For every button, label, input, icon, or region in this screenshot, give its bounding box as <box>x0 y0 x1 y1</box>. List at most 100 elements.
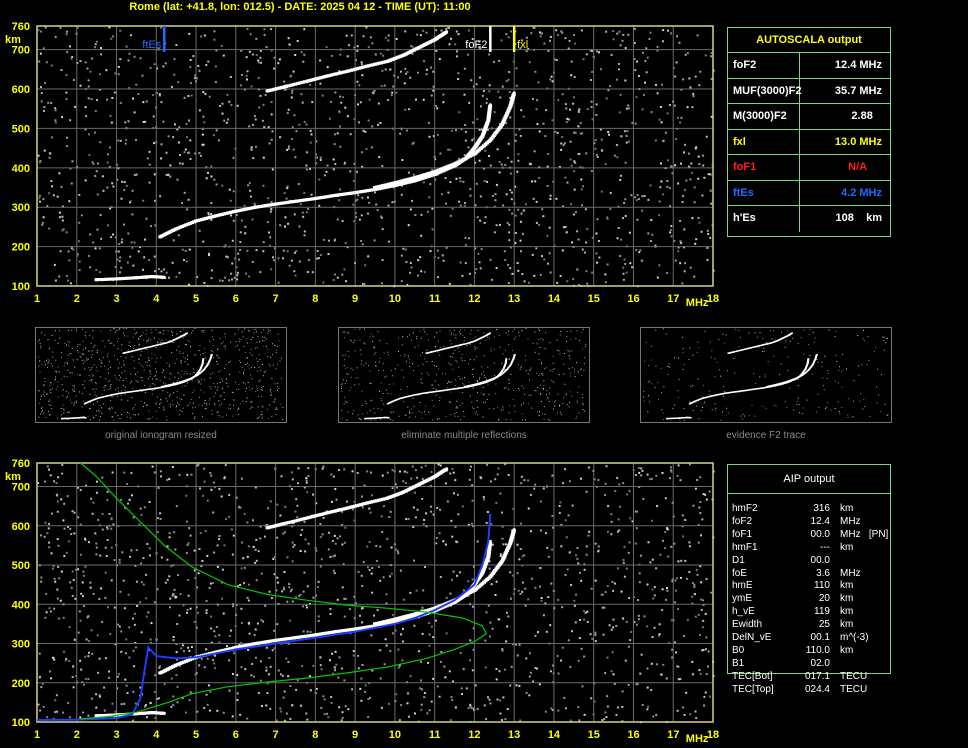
data-point <box>512 91 516 95</box>
thumb-trace <box>666 416 692 420</box>
autoscala-key: foF2 <box>728 53 800 78</box>
data-point <box>472 146 477 150</box>
ionogram-bottom: 100200300400500600700760km1 2 3 4 5 6 7 8 9 10 11 1… <box>5 458 719 745</box>
data-point <box>273 202 278 206</box>
autoscala-row: foF1 N/A <box>728 155 890 181</box>
aip-unit <box>840 555 890 568</box>
autoscala-value: 12.4 MHz <box>834 59 882 71</box>
data-point <box>345 69 349 73</box>
autoscala-key: fxl <box>728 129 800 154</box>
x-tick-label: 3 <box>113 729 119 741</box>
x-tick-label: 17 <box>667 729 679 741</box>
ftEs-marker-label: ftEs <box>142 39 161 51</box>
data-point <box>452 162 457 166</box>
autoscala-row: M(3000)F2 2.88 <box>728 104 890 130</box>
aip-unit: MHz [PN] <box>840 528 889 540</box>
aip-unit: m^(-3) <box>840 632 869 644</box>
y-tick-label: 100 <box>12 717 30 729</box>
autoscala-key: foF1 <box>728 155 800 180</box>
autoscala-row: MUF(3000)F2 35.7 MHz <box>728 78 890 104</box>
thumbnail-original <box>35 327 287 423</box>
x-tick-label: 4 <box>153 293 160 305</box>
aip-value: 3.6 <box>816 567 830 579</box>
data-point <box>365 501 369 505</box>
aip-value: 20 <box>818 593 830 605</box>
y-tick-label: 300 <box>12 639 30 651</box>
autoscala-value: 2.88 <box>851 110 882 122</box>
aip-key: Ewidth <box>732 619 763 631</box>
data-point <box>174 227 178 231</box>
aip-value: 00.1 <box>810 632 830 644</box>
data-point <box>480 571 484 575</box>
data-point <box>313 633 317 637</box>
data-point <box>254 205 258 209</box>
x-tick-label: 16 <box>627 293 639 305</box>
data-point <box>508 105 512 109</box>
x-unit-label: MHz <box>686 297 709 309</box>
x-tick-label: 11 <box>429 729 441 741</box>
y-unit-label: km <box>5 34 21 46</box>
data-point <box>134 276 139 280</box>
y-tick-label: 300 <box>12 202 30 214</box>
thumb-noise <box>37 328 284 421</box>
aip-value: 02.0 <box>810 657 830 669</box>
aip-row: TEC[Top] 024.4 TECU <box>732 684 890 697</box>
thumb-trace <box>727 332 793 354</box>
data-point <box>162 275 166 279</box>
data-point <box>488 575 492 579</box>
y-unit-label: km <box>5 471 21 483</box>
data-point <box>234 209 238 213</box>
data-point <box>433 475 437 479</box>
data-point <box>480 134 484 138</box>
ionogram-top: 100200300400500600700760km1 2 3 4 5 6 7 8 9 10 11 1… <box>5 21 719 309</box>
aip-value: 25 <box>818 619 830 631</box>
x-tick-label: 15 <box>588 293 600 305</box>
data-point <box>162 711 166 715</box>
data-point <box>114 277 119 281</box>
thumb-trace <box>766 353 818 388</box>
thumb-noise <box>643 328 889 421</box>
data-point <box>512 528 516 532</box>
autoscala-title: AUTOSCALA output <box>728 28 890 53</box>
aip-value: 110.0 <box>805 644 830 656</box>
aip-unit: TECU <box>840 683 868 695</box>
aip-row: h_vE 119 km <box>732 606 890 619</box>
series-3 <box>265 30 449 93</box>
data-point <box>500 559 504 563</box>
data-point <box>158 671 162 675</box>
thumbnail-f2-trace <box>640 327 892 423</box>
data-point <box>417 482 421 487</box>
data-point <box>393 617 397 621</box>
x-tick-label: 16 <box>627 729 639 741</box>
x-tick-label: 9 <box>352 729 358 741</box>
data-point <box>444 467 449 471</box>
autoscala-row: h'Es 108 km <box>728 206 890 232</box>
aip-unit: km <box>840 503 854 514</box>
aip-key: hmF2 <box>732 503 758 514</box>
aip-row: ymE 20 km <box>732 593 890 606</box>
x-tick-label: 12 <box>468 293 480 305</box>
data-point <box>325 511 329 515</box>
data-point <box>486 555 490 559</box>
autoscala-value: 13.0 MHz <box>834 135 882 148</box>
thumbnail-no-multiples <box>338 327 590 423</box>
series-5 <box>80 462 488 720</box>
autoscala-value: 35.7 MHz <box>834 84 882 97</box>
x-tick-label: 5 <box>193 293 199 305</box>
data-point <box>345 506 349 510</box>
data-point <box>305 516 309 520</box>
y-tick-label: 500 <box>12 560 30 572</box>
data-point <box>158 235 162 239</box>
data-point <box>266 526 270 530</box>
y-tick-label: 400 <box>12 163 30 175</box>
aip-unit: MHz <box>840 567 861 579</box>
x-tick-label: 14 <box>548 293 561 305</box>
aip-unit: km <box>840 644 854 656</box>
x-tick-label: 1 <box>34 293 40 305</box>
thumb-trace <box>122 332 188 354</box>
x-tick-label: 7 <box>273 729 279 741</box>
aip-key: B1 <box>732 657 745 669</box>
data-point <box>401 53 405 58</box>
x-tick-label: 11 <box>429 293 441 305</box>
x-tick-label: 8 <box>312 293 318 305</box>
